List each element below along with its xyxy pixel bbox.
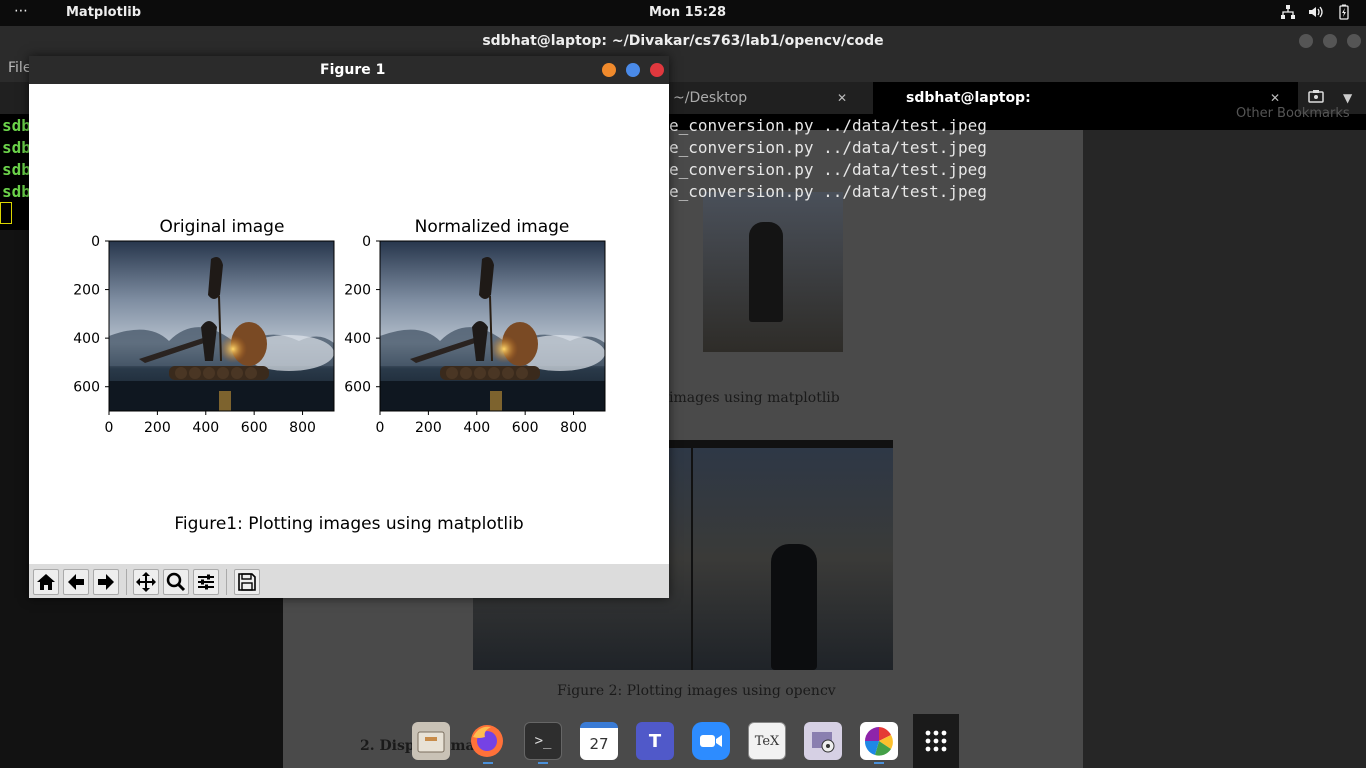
clock[interactable]: Mon 15:28: [649, 5, 726, 20]
terminal-title: sdbhat@laptop: ~/Divakar/cs763/lab1/open…: [482, 33, 884, 49]
x-tick-label: 400: [463, 420, 490, 436]
maximize-button[interactable]: [626, 63, 640, 77]
normalized-image: [379, 240, 606, 412]
system-tray[interactable]: [1280, 4, 1352, 20]
y-tick-label: 400: [344, 331, 371, 347]
save-icon: [238, 573, 256, 591]
figure-title: Figure 1: [320, 62, 386, 78]
minimize-button[interactable]: [602, 63, 616, 77]
new-tab-icon[interactable]: [1308, 89, 1326, 105]
teams-icon[interactable]: T: [636, 722, 674, 760]
prompt: sdb: [2, 182, 31, 201]
app-name-label[interactable]: Matplotlib: [66, 5, 141, 20]
x-tick-label: 600: [241, 420, 268, 436]
subplot-title-normalized: Normalized image: [415, 217, 570, 237]
x-tick-label: 800: [560, 420, 587, 436]
pdf-caption-2: Figure 2: Plotting images using opencv: [557, 683, 836, 699]
app-grid-icon[interactable]: [913, 714, 959, 768]
figure-toolbar: [29, 564, 669, 598]
dock: >_ 27 T TeX: [403, 714, 959, 768]
screenshot-icon[interactable]: [804, 722, 842, 760]
activities-button[interactable]: ⋯: [14, 3, 29, 19]
toolbar-separator: [126, 569, 127, 595]
pan-button[interactable]: [133, 569, 159, 595]
figure-caption: Figure1: Plotting images using matplotli…: [174, 514, 523, 534]
tab-desktop[interactable]: ~/Desktop ✕: [669, 82, 869, 114]
pdf-figure-thumbnail: [703, 192, 843, 352]
terminal-line: e_conversion.py ../data/test.jpeg: [669, 138, 987, 157]
terminal-line: e_conversion.py ../data/test.jpeg: [669, 182, 987, 201]
x-tick-label: 400: [192, 420, 219, 436]
files-icon[interactable]: [412, 722, 450, 760]
zoom-button[interactable]: [163, 569, 189, 595]
y-tick-label: 200: [344, 283, 371, 299]
firefox-icon[interactable]: [468, 722, 506, 760]
x-tick-label: 200: [415, 420, 442, 436]
original-image: [108, 240, 335, 412]
top-bar: ⋯ Matplotlib Mon 15:28: [0, 0, 1366, 26]
menu-file[interactable]: File: [8, 60, 31, 76]
terminal-line: e_conversion.py ../data/test.jpeg: [669, 116, 987, 135]
back-button[interactable]: [63, 569, 89, 595]
y-tick-label: 400: [73, 331, 100, 347]
home-icon: [37, 574, 55, 590]
prompt: sdb: [2, 138, 31, 157]
terminal-titlebar[interactable]: sdbhat@laptop: ~/Divakar/cs763/lab1/open…: [0, 26, 1366, 56]
toolbar-separator: [226, 569, 227, 595]
configure-subplots-icon: [198, 574, 214, 590]
x-tick-label: 0: [376, 420, 385, 436]
subplot-title-original: Original image: [160, 217, 285, 237]
terminal-cursor: [0, 202, 12, 224]
calendar-day: 27: [589, 735, 609, 753]
x-tick-label: 200: [144, 420, 171, 436]
tab-label: ~/Desktop: [673, 90, 748, 106]
tab-menu-chevron-down-icon[interactable]: ▼: [1343, 91, 1352, 105]
bookmarks-label[interactable]: Other Bookmarks: [1236, 106, 1350, 121]
forward-arrow-icon: [98, 574, 114, 590]
forward-button[interactable]: [93, 569, 119, 595]
network-icon[interactable]: [1280, 4, 1296, 20]
tab-code[interactable]: sdbhat@laptop: ~/Divakar/cs763/lab1/open…: [873, 82, 1298, 138]
battery-icon[interactable]: [1336, 4, 1352, 20]
y-tick-label: 0: [362, 234, 371, 250]
color-picker-icon[interactable]: [860, 722, 898, 760]
y-tick-label: 600: [344, 380, 371, 396]
close-button[interactable]: [1347, 34, 1361, 48]
figure-window: Figure 1 Original image 0 200 400 600 80…: [29, 56, 669, 598]
back-arrow-icon: [68, 574, 84, 590]
minimize-button[interactable]: [1299, 34, 1313, 48]
texmaker-icon[interactable]: TeX: [748, 722, 786, 760]
configure-subplots-button[interactable]: [193, 569, 219, 595]
terminal-line: e_conversion.py ../data/test.jpeg: [669, 160, 987, 179]
terminal-icon[interactable]: >_: [524, 722, 562, 760]
home-button[interactable]: [33, 569, 59, 595]
prompt: sdb: [2, 160, 31, 179]
y-tick-label: 200: [73, 283, 100, 299]
calendar-icon[interactable]: 27: [580, 722, 618, 760]
x-tick-label: 0: [105, 420, 114, 436]
close-tab-icon[interactable]: ✕: [837, 82, 847, 114]
x-tick-label: 800: [289, 420, 316, 436]
close-button[interactable]: [650, 63, 664, 77]
pdf-sidebar-right: [1083, 130, 1366, 768]
save-button[interactable]: [234, 569, 260, 595]
maximize-button[interactable]: [1323, 34, 1337, 48]
x-tick-label: 600: [512, 420, 539, 436]
figure-canvas[interactable]: Original image 0 200 400 600 800 0 200 400 600 N…: [29, 84, 669, 564]
prompt: sdb: [2, 116, 31, 135]
zoom-icon: [166, 572, 186, 592]
volume-icon[interactable]: [1308, 4, 1324, 20]
zoom-icon[interactable]: [692, 722, 730, 760]
figure-titlebar[interactable]: Figure 1: [29, 56, 669, 84]
y-tick-label: 600: [73, 380, 100, 396]
pdf-caption-1: images using matplotlib: [669, 390, 840, 406]
y-tick-label: 0: [91, 234, 100, 250]
pan-icon: [136, 572, 156, 592]
